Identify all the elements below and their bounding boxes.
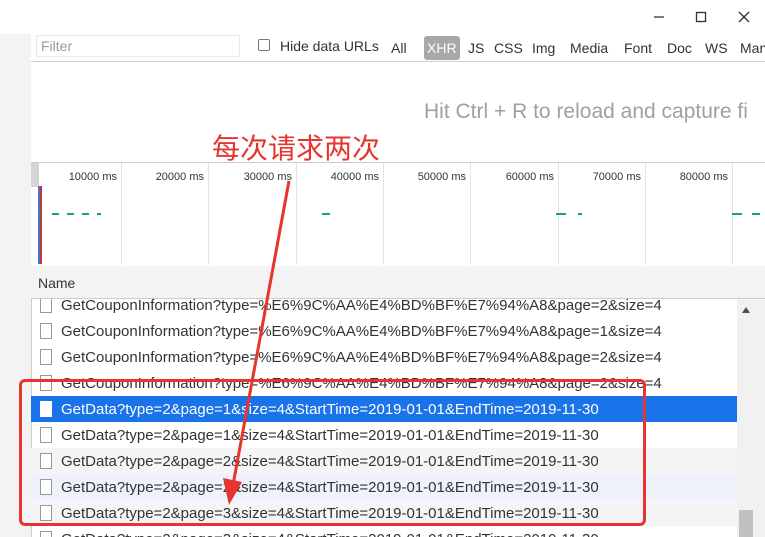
request-name: GetCouponInformation?type=%E6%9C%AA%E4%B… [61,374,662,392]
request-name: GetData?type=2&page=2&size=4&StartTime=2… [61,478,599,496]
timeline-gridline [383,163,384,265]
load-event-marker [40,186,42,264]
maximize-icon [695,11,707,23]
timeline-gridline [208,163,209,265]
request-row[interactable]: GetCouponInformation?type=%E6%9C%AA%E4%B… [31,299,737,318]
request-name: GetCouponInformation?type=%E6%9C%AA%E4%B… [61,299,662,314]
request-name: GetCouponInformation?type=%E6%9C%AA%E4%B… [61,322,662,340]
maximize-button[interactable] [679,0,723,34]
minimize-button[interactable] [637,0,681,34]
request-name: GetData?type=2&page=1&size=4&StartTime=2… [61,400,599,418]
close-button[interactable] [722,0,765,34]
request-list: GetCouponInformation?type=%E6%9C%AA%E4%B… [31,299,737,537]
close-icon [738,11,750,23]
filter-type-js[interactable]: JS [465,36,487,60]
file-icon [40,375,52,391]
filter-type-img[interactable]: Img [529,36,558,60]
request-name: GetData?type=2&page=1&size=4&StartTime=2… [61,426,599,444]
timeline-request-bar [752,213,760,215]
timeline-request-bar [322,213,330,215]
filter-type-xhr[interactable]: XHR [424,36,460,60]
timeline-request-bar [556,213,566,215]
timeline-gridline [470,163,471,265]
file-icon [40,323,52,339]
timeline-gridline [645,163,646,265]
request-row[interactable]: GetCouponInformation?type=%E6%9C%AA%E4%B… [31,370,737,396]
request-row[interactable]: GetData?type=2&page=2&size=4&StartTime=2… [31,474,737,500]
hide-data-urls-checkbox[interactable] [258,39,270,51]
filter-type-man[interactable]: Man [737,36,765,60]
filter-type-all[interactable]: All [388,36,410,60]
annotation-note: 每次请求两次 [212,132,381,165]
hide-data-urls-label: Hide data URLs [280,38,379,54]
request-row[interactable]: GetData?type=2&page=3&size=4&StartTime=2… [31,526,737,537]
timeline-request-bar [82,213,89,215]
file-icon [40,349,52,365]
timeline-tick-label: 10000 ms [68,171,117,183]
filter-type-ws[interactable]: WS [702,36,731,60]
request-row[interactable]: GetCouponInformation?type=%E6%9C%AA%E4%B… [31,344,737,370]
request-row[interactable]: GetData?type=2&page=3&size=4&StartTime=2… [31,500,737,526]
timeline-tick-label: 30000 ms [243,171,292,183]
scrollbar-thumb[interactable] [739,510,753,537]
file-icon [40,453,52,469]
request-list-scrollbar[interactable] [737,299,765,537]
reload-hint: Hit Ctrl + R to reload and capture fi [424,100,748,123]
scroll-up-arrow-icon[interactable] [741,306,751,314]
file-icon [40,531,52,537]
request-name: GetCouponInformation?type=%E6%9C%AA%E4%B… [61,348,662,366]
overview-window-handle[interactable] [31,163,39,187]
request-row[interactable]: GetData?type=2&page=2&size=4&StartTime=2… [31,448,737,474]
request-name: GetData?type=2&page=2&size=4&StartTime=2… [61,452,599,470]
timeline-request-bar [97,213,101,215]
filter-input[interactable] [36,35,240,57]
timeline-tick-label: 80000 ms [679,171,728,183]
request-name: GetData?type=2&page=3&size=4&StartTime=2… [61,531,599,537]
network-grid-header [31,266,765,299]
request-row[interactable]: GetData?type=2&page=1&size=4&StartTime=2… [31,396,737,422]
timeline-tick-label: 60000 ms [505,171,554,183]
file-icon [40,479,52,495]
request-row[interactable]: GetData?type=2&page=1&size=4&StartTime=2… [31,422,737,448]
timeline-gridline [296,163,297,265]
timeline-tick-label: 20000 ms [155,171,204,183]
filter-type-doc[interactable]: Doc [664,36,695,60]
request-name: GetData?type=2&page=3&size=4&StartTime=2… [61,504,599,522]
timeline-request-bar [38,213,41,215]
file-icon [40,299,52,313]
file-icon [40,505,52,521]
timeline-tick-label: 70000 ms [592,171,641,183]
file-icon [40,427,52,443]
timeline-request-bar [732,213,742,215]
name-column-header[interactable]: Name [38,275,75,291]
timeline-request-bar [67,213,74,215]
timeline-tick-label: 40000 ms [330,171,379,183]
request-row[interactable]: GetCouponInformation?type=%E6%9C%AA%E4%B… [31,318,737,344]
filter-type-css[interactable]: CSS [491,36,526,60]
filter-type-font[interactable]: Font [621,36,655,60]
filter-type-media[interactable]: Media [567,36,611,60]
timeline-request-bar [52,213,59,215]
minimize-icon [654,16,664,18]
timeline-request-bar [578,213,582,215]
timeline-tick-label: 50000 ms [417,171,466,183]
file-icon [40,401,52,417]
timeline-gridline [121,163,122,265]
panel-gutter [0,34,32,537]
